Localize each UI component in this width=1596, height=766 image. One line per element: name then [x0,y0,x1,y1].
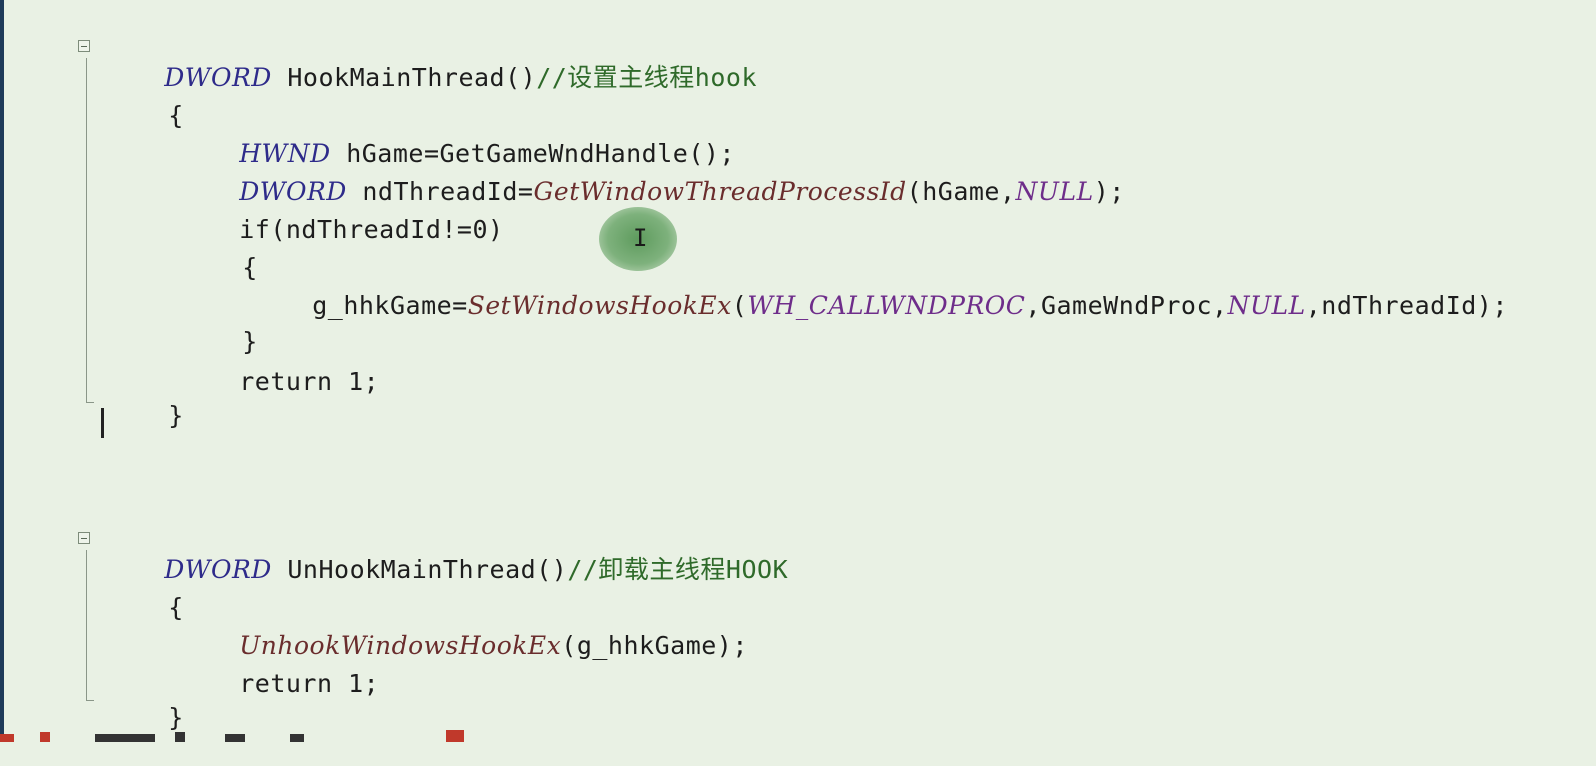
code-line-function-signature[interactable]: DWORD HookMainThread()//设置主线程hook [102,30,757,92]
macro-constant: NULL [1015,177,1094,206]
code-line-set-hook[interactable]: g_hhkGame=SetWindowsHookEx(WH_CALLWNDPRO… [250,258,1508,320]
code-line-return[interactable]: return 1; [177,334,379,396]
code-line-thread-id[interactable]: DWORD ndThreadId=GetWindowThreadProcessI… [177,144,1125,206]
macro-constant: WH_CALLWNDPROC [747,291,1026,320]
api-function: SetWindowsHookEx [467,291,732,320]
fold-guide-line [86,550,87,700]
fold-guide-end [86,402,94,403]
function-name: HookMainThread() [271,63,537,92]
code-line-close-brace[interactable]: } [106,368,184,430]
code-text: ( [731,291,748,320]
code-line-open-brace[interactable]: { [106,68,184,130]
code-line-open-brace[interactable]: { [106,560,184,622]
function-name: UnHookMainThread() [271,555,568,584]
fold-guide-end [86,700,94,701]
code-line-open-brace[interactable]: { [180,220,258,282]
code-text: (hGame, [906,177,1016,206]
fold-guide-line [86,58,87,402]
code-line-close-brace[interactable]: } [180,294,258,356]
code-text: return 1; [239,367,380,396]
code-line-if[interactable]: if(ndThreadId!=0) [177,182,504,244]
clipped-next-line [0,728,470,742]
code-line-return[interactable]: return 1; [177,636,379,698]
code-text: ,GameWndProc, [1025,291,1228,320]
fold-collapse-icon[interactable] [78,532,90,544]
code-text: if(ndThreadId!=0) [239,215,504,244]
code-line-hwnd[interactable]: HWND hGame=GetGameWndHandle(); [177,106,735,168]
code-comment: //卸载主线程HOOK [567,555,789,584]
code-text: return 1; [239,669,380,698]
text-caret [101,408,104,438]
code-text: g_hhkGame= [312,291,468,320]
brace: } [168,401,184,430]
code-editor[interactable]: DWORD HookMainThread()//设置主线程hook { HWND… [0,0,1596,742]
code-comment: //设置主线程hook [536,63,758,92]
api-function: GetWindowThreadProcessId [533,177,907,206]
macro-constant: NULL [1227,291,1306,320]
code-line-function-signature[interactable]: DWORD UnHookMainThread()//卸载主线程HOOK [102,522,788,584]
code-text: ); [1093,177,1125,206]
code-line-unhook[interactable]: UnhookWindowsHookEx(g_hhkGame); [177,598,748,660]
code-line-close-brace[interactable]: } [106,670,184,732]
mouse-ibeam-icon: I [633,224,648,252]
fold-collapse-icon[interactable] [78,40,90,52]
code-text: ,ndThreadId); [1305,291,1508,320]
code-text: (g_hhkGame); [561,631,748,660]
